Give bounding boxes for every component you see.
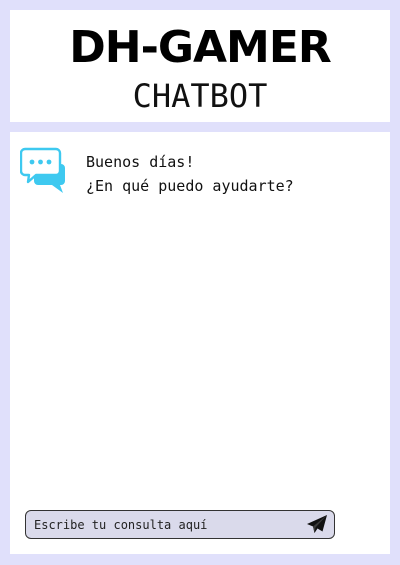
paper-plane-icon: [306, 515, 328, 538]
message-line-greeting: Buenos días!: [86, 153, 195, 171]
brand-title: DH-GAMER: [69, 22, 332, 73]
message-line-question: ¿En qué puedo ayudarte?: [86, 177, 294, 195]
header-panel: DH-GAMER CHATBOT: [10, 10, 390, 122]
chat-panel: Buenos días! ¿En qué puedo ayudarte?: [10, 132, 390, 554]
message-input[interactable]: [34, 511, 294, 538]
message-text: Buenos días! ¿En qué puedo ayudarte?: [86, 150, 294, 198]
send-button[interactable]: [306, 514, 328, 535]
chat-bubbles-icon: [19, 146, 66, 194]
brand-subtitle: CHATBOT: [132, 77, 268, 115]
message-input-bar: [25, 510, 335, 539]
